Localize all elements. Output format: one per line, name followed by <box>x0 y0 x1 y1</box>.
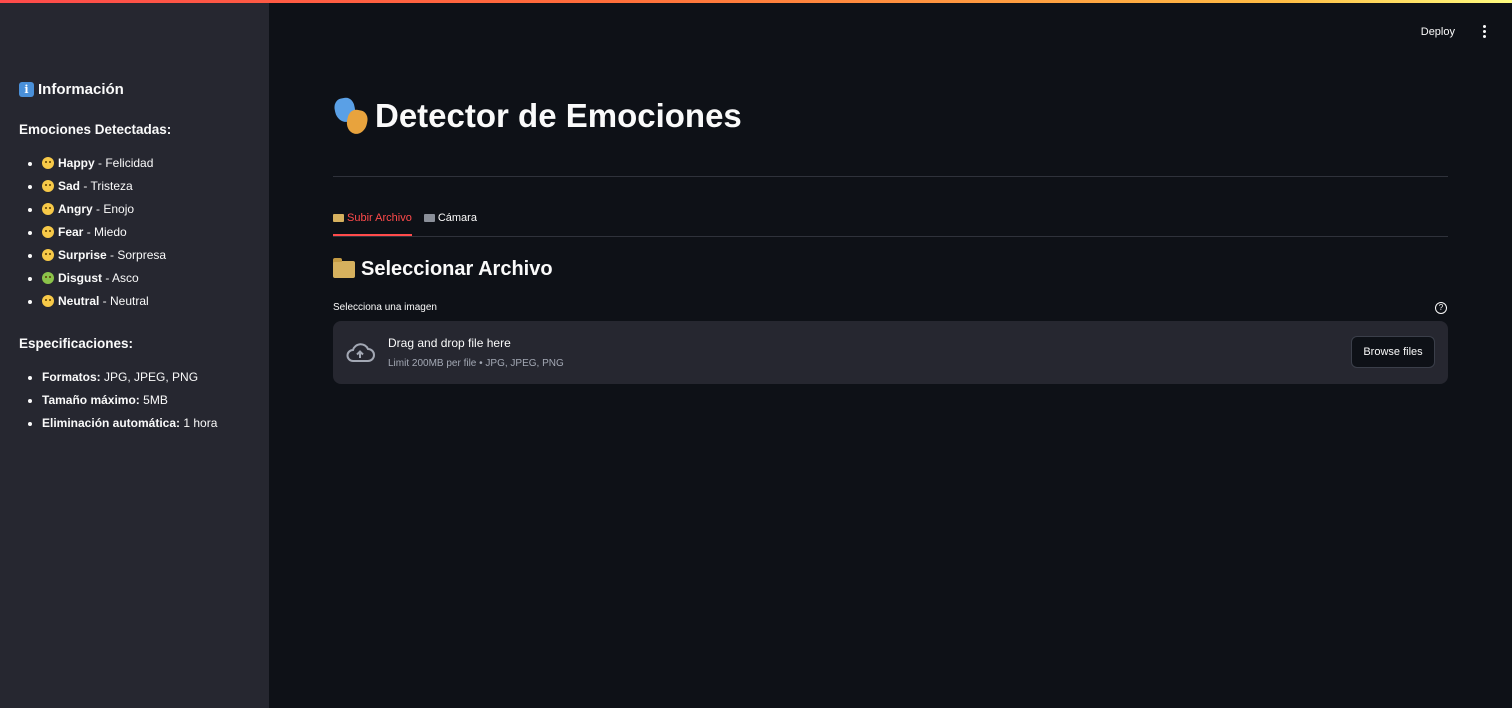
list-item: Eliminación automática: 1 hora <box>42 412 217 435</box>
dropzone-text: Drag and drop file here <box>388 336 511 350</box>
list-item: Fear - Miedo <box>42 221 166 244</box>
emotions-list: Happy - Felicidad Sad - Tristeza Angry -… <box>19 152 166 313</box>
list-item: Tamaño máximo: 5MB <box>42 389 217 412</box>
folder-icon <box>333 214 344 222</box>
emotions-heading: Emociones Detectadas: <box>19 122 172 137</box>
specs-heading: Especificaciones: <box>19 336 134 351</box>
surprise-face-icon <box>42 249 54 261</box>
uploader-label: Selecciona una imagen <box>333 302 437 313</box>
tab-label: Cámara <box>437 212 477 224</box>
dropzone-limit: Limit 200MB per file • JPG, JPEG, PNG <box>388 358 564 369</box>
happy-face-icon <box>42 157 54 169</box>
tab-label: Subir Archivo <box>347 212 412 224</box>
list-item: Disgust - Asco <box>42 267 166 290</box>
page-title: Detector de Emociones <box>332 96 742 136</box>
deploy-button[interactable]: Deploy <box>1421 26 1455 38</box>
list-item: Surprise - Sorpresa <box>42 244 166 267</box>
specs-list: Formatos: JPG, JPEG, PNG Tamaño máximo: … <box>19 366 217 435</box>
file-dropzone[interactable]: Drag and drop file here Limit 200MB per … <box>333 321 1448 384</box>
help-icon[interactable]: ? <box>1435 302 1447 314</box>
list-item: Formatos: JPG, JPEG, PNG <box>42 366 217 389</box>
folder-icon <box>333 258 355 278</box>
list-item: Happy - Felicidad <box>42 152 166 175</box>
tab-bar: Subir Archivo Cámara <box>333 205 1448 237</box>
camera-icon <box>423 214 435 222</box>
theater-masks-icon <box>332 96 370 136</box>
cloud-upload-icon <box>346 343 375 362</box>
tab-upload[interactable]: Subir Archivo <box>333 205 412 236</box>
sidebar-title: i Información <box>19 81 124 98</box>
fear-face-icon <box>42 226 54 238</box>
list-item: Neutral - Neutral <box>42 290 166 313</box>
sidebar-title-text: Información <box>38 81 124 98</box>
list-item: Angry - Enojo <box>42 198 166 221</box>
section-title-text: Seleccionar Archivo <box>361 258 553 280</box>
neutral-face-icon <box>42 295 54 307</box>
angry-face-icon <box>42 203 54 215</box>
disgust-face-icon <box>42 272 54 284</box>
section-title: Seleccionar Archivo <box>333 258 553 281</box>
divider <box>333 176 1448 177</box>
header-actions: Deploy <box>1421 25 1486 38</box>
sidebar: i Información Emociones Detectadas: Happ… <box>0 3 269 708</box>
info-icon: i <box>19 82 34 97</box>
list-item: Sad - Tristeza <box>42 175 166 198</box>
browse-files-button[interactable]: Browse files <box>1351 336 1435 368</box>
kebab-menu-icon[interactable] <box>1483 25 1486 38</box>
page-title-text: Detector de Emociones <box>375 97 742 134</box>
tab-camera[interactable]: Cámara <box>423 205 477 236</box>
sad-face-icon <box>42 180 54 192</box>
